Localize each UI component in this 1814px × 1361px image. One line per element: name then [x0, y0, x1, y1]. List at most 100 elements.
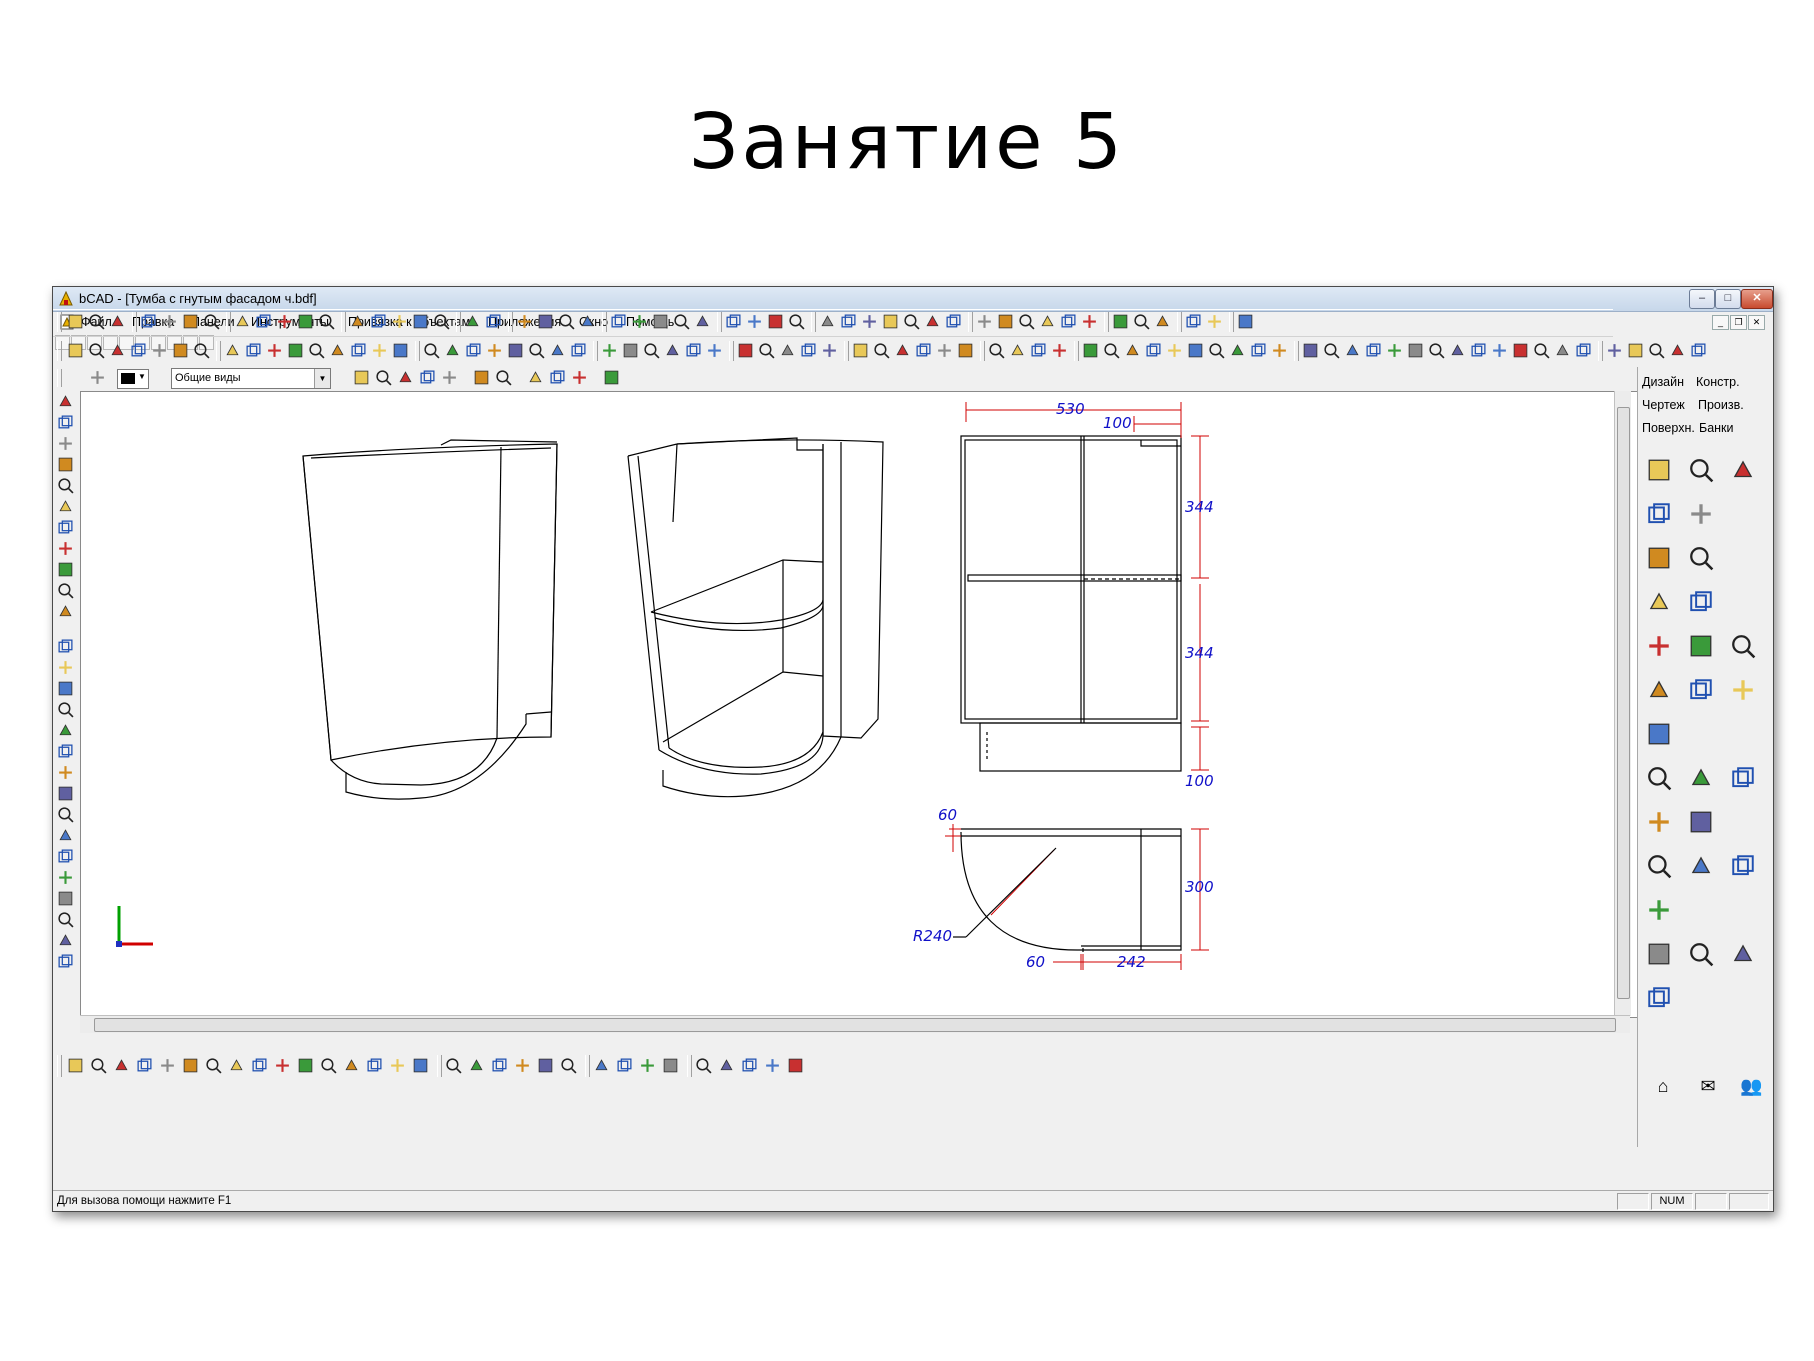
- toolbar-tool-icon[interactable]: [1428, 342, 1445, 359]
- toolbar-grip[interactable]: [593, 341, 598, 361]
- toolbar-tool-icon[interactable]: [800, 342, 817, 359]
- toolbar-tool-icon[interactable]: [601, 342, 618, 359]
- furniture-tool-icon[interactable]: [1646, 501, 1672, 527]
- draw-tool-icon[interactable]: [57, 603, 74, 620]
- toolbar-tool-icon[interactable]: [234, 313, 251, 330]
- users-icon[interactable]: 👥: [1740, 1077, 1762, 1095]
- toolbar-grip[interactable]: [216, 341, 221, 361]
- view-shade-icon[interactable]: [353, 369, 370, 386]
- toolbar-tool-icon[interactable]: [643, 342, 660, 359]
- draw-tool-icon[interactable]: [57, 869, 74, 886]
- toolbar-tool-icon[interactable]: [1648, 342, 1665, 359]
- draw-tool-icon[interactable]: [57, 848, 74, 865]
- draw-tool-icon[interactable]: [57, 722, 74, 739]
- toolbar-tool-icon[interactable]: [1166, 342, 1183, 359]
- toolbar-tool-icon[interactable]: [673, 313, 690, 330]
- toolbar-tool-icon[interactable]: [694, 313, 711, 330]
- toolbar-tool-icon[interactable]: [549, 342, 566, 359]
- draw-tool-icon[interactable]: [57, 911, 74, 928]
- toolbar-tool-icon[interactable]: [725, 313, 742, 330]
- mail-icon[interactable]: ✉: [1698, 1077, 1718, 1095]
- toolbar-tool-icon[interactable]: [767, 313, 784, 330]
- draw-tool-icon[interactable]: [57, 659, 74, 676]
- toolbar-tool-icon[interactable]: [570, 342, 587, 359]
- toolbar-grip[interactable]: [1104, 312, 1109, 332]
- close-button[interactable]: ✕: [1741, 289, 1773, 309]
- toolbar-grip[interactable]: [1177, 312, 1182, 332]
- render-tool-icon[interactable]: [251, 1057, 268, 1074]
- render-tool-icon[interactable]: [90, 1057, 107, 1074]
- binoculars-icon[interactable]: [549, 369, 566, 386]
- toolbar-tool-icon[interactable]: [151, 342, 168, 359]
- toolbar-tool-icon[interactable]: [788, 313, 805, 330]
- toolbar-tool-icon[interactable]: [1365, 342, 1382, 359]
- toolbar-grip[interactable]: [226, 312, 231, 332]
- toolbar-tool-icon[interactable]: [266, 342, 283, 359]
- toolbar-tool-icon[interactable]: [558, 313, 575, 330]
- draw-tool-icon[interactable]: [57, 680, 74, 697]
- furniture-tool-icon[interactable]: [1688, 809, 1714, 835]
- toolbar-tool-icon[interactable]: [67, 342, 84, 359]
- furniture-tool-icon[interactable]: [1688, 589, 1714, 615]
- home-icon[interactable]: ⌂: [1653, 1077, 1673, 1095]
- toolbar-tool-icon[interactable]: [997, 313, 1014, 330]
- binoculars-icon[interactable]: [571, 369, 588, 386]
- render-tool-icon[interactable]: [560, 1057, 577, 1074]
- mdi-close-button[interactable]: ✕: [1748, 315, 1765, 330]
- furniture-tool-icon[interactable]: [1646, 457, 1672, 483]
- tab-banks[interactable]: Банки: [1699, 421, 1734, 435]
- view-shade-icon[interactable]: [419, 369, 436, 386]
- draw-tool-icon[interactable]: [57, 393, 74, 410]
- toolbar-tool-icon[interactable]: [433, 313, 450, 330]
- toolbar-tool-icon[interactable]: [1154, 313, 1171, 330]
- furniture-tool-icon[interactable]: [1646, 897, 1672, 923]
- render-tool-icon[interactable]: [537, 1057, 554, 1074]
- toolbar-tool-icon[interactable]: [779, 342, 796, 359]
- toolbar-tool-icon[interactable]: [1512, 342, 1529, 359]
- draw-tool-icon[interactable]: [57, 456, 74, 473]
- render-tool-icon[interactable]: [228, 1057, 245, 1074]
- render-tool-icon[interactable]: [412, 1057, 429, 1074]
- toolbar-tool-icon[interactable]: [391, 313, 408, 330]
- toolbar-tool-icon[interactable]: [276, 313, 293, 330]
- toolbar-tool-icon[interactable]: [894, 342, 911, 359]
- toolbar-tool-icon[interactable]: [245, 342, 262, 359]
- furniture-tool-icon[interactable]: [1688, 457, 1714, 483]
- toolbar-tool-icon[interactable]: [873, 342, 890, 359]
- toolbar-tool-icon[interactable]: [109, 342, 126, 359]
- toolbar-tool-icon[interactable]: [821, 342, 838, 359]
- draw-tool-icon[interactable]: [57, 540, 74, 557]
- furniture-tool-icon[interactable]: [1730, 457, 1756, 483]
- toolbar-tool-icon[interactable]: [224, 342, 241, 359]
- draw-tool-icon[interactable]: [57, 785, 74, 802]
- toolbar-tool-icon[interactable]: [109, 313, 126, 330]
- furniture-tool-icon[interactable]: [1730, 765, 1756, 791]
- view-shade-icon[interactable]: [397, 369, 414, 386]
- toolbar-tool-icon[interactable]: [1030, 342, 1047, 359]
- furniture-tool-icon[interactable]: [1646, 545, 1672, 571]
- toolbar-tool-icon[interactable]: [444, 342, 461, 359]
- render-tool-icon[interactable]: [389, 1057, 406, 1074]
- render-tool-icon[interactable]: [514, 1057, 531, 1074]
- toolbar-tool-icon[interactable]: [203, 313, 220, 330]
- toolbar-grip[interactable]: [57, 369, 62, 387]
- toolbar-tool-icon[interactable]: [852, 342, 869, 359]
- toolbar-tool-icon[interactable]: [1082, 342, 1099, 359]
- toolbar-tool-icon[interactable]: [1344, 342, 1361, 359]
- toolbar-tool-icon[interactable]: [537, 313, 554, 330]
- toolbar-tool-icon[interactable]: [1009, 342, 1026, 359]
- render-tool-icon[interactable]: [741, 1057, 758, 1074]
- draw-tool-icon[interactable]: [57, 435, 74, 452]
- binoculars-icon[interactable]: [527, 369, 544, 386]
- furniture-tool-icon[interactable]: [1646, 985, 1672, 1011]
- toolbar-tool-icon[interactable]: [1323, 342, 1340, 359]
- toolbar-tool-icon[interactable]: [1449, 342, 1466, 359]
- toolbar-grip[interactable]: [687, 1055, 692, 1077]
- toolbar-tool-icon[interactable]: [140, 313, 157, 330]
- furniture-tool-icon[interactable]: [1730, 677, 1756, 703]
- render-tool-icon[interactable]: [764, 1057, 781, 1074]
- toolbar-grip[interactable]: [508, 312, 513, 332]
- toolbar-tool-icon[interactable]: [1081, 313, 1098, 330]
- toolbar-tool-icon[interactable]: [610, 313, 627, 330]
- toolbar-grip[interactable]: [415, 341, 420, 361]
